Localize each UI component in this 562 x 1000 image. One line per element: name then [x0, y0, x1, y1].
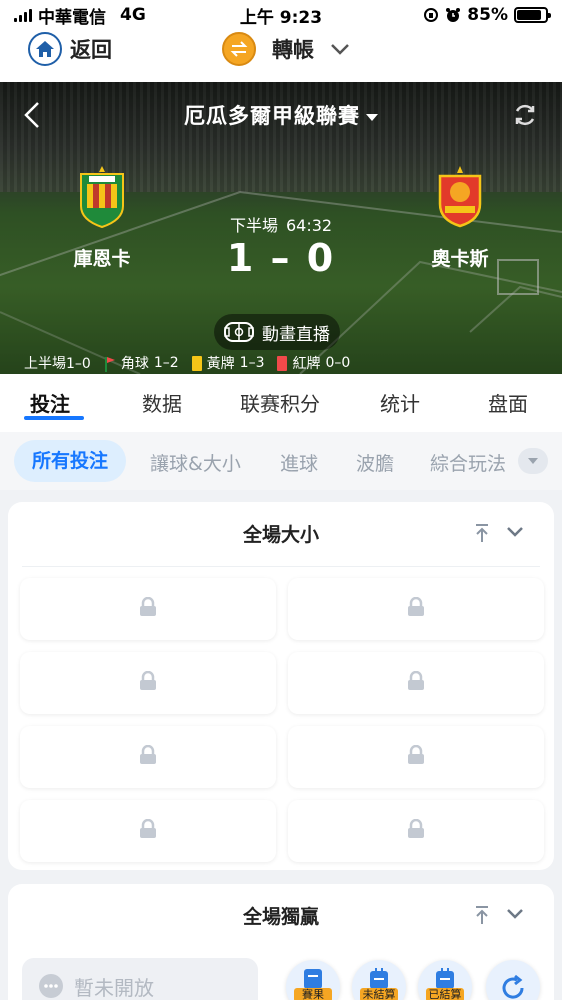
- battery-icon: [514, 7, 551, 23]
- tab-league-table[interactable]: 联赛积分: [240, 388, 320, 417]
- chevron-down-icon: [331, 44, 349, 55]
- lock-icon: [407, 818, 425, 843]
- carrier-name: 中華電信: [38, 7, 106, 28]
- match-stats: 上半場1–0 角球 1–2 黃牌 1–3 紅牌 0–0: [24, 353, 350, 373]
- live-animation-button[interactable]: 動畫直播: [214, 314, 340, 350]
- signal-icon: [14, 8, 32, 22]
- network-type: 4G: [120, 5, 146, 25]
- filter-combo[interactable]: 綜合玩法: [430, 449, 510, 476]
- transfer-icon: [222, 32, 256, 66]
- pin-to-top-icon[interactable]: [472, 904, 492, 926]
- match-clock: 64:32: [285, 216, 333, 235]
- bet-type-filter: 所有投注 讓球&大小 進球 波膽 綜合玩法: [0, 432, 562, 490]
- clipboard-icon: [436, 968, 454, 989]
- refresh-button[interactable]: [510, 100, 540, 130]
- lock-icon: [407, 744, 425, 769]
- match-score: 1 – 0: [226, 236, 336, 280]
- filter-expand-button[interactable]: [518, 448, 548, 474]
- chevron-down-icon[interactable]: [504, 902, 526, 924]
- filter-goals[interactable]: 進球: [280, 449, 318, 476]
- settled-label: 已結算: [426, 988, 464, 1000]
- back-button[interactable]: 返回: [28, 32, 112, 66]
- results-label: 賽果: [294, 988, 332, 1000]
- tab-bet[interactable]: 投注: [30, 388, 70, 417]
- chat-bubble-icon: [39, 974, 63, 998]
- app-screen: 中華電信 4G 上午 9:23 85% 返回 轉帳 厄瓜多爾甲級聯賽 庫恩卡 奧…: [0, 0, 562, 1000]
- period-label: 下半場: [229, 216, 278, 235]
- rotation-lock-icon: [424, 8, 439, 22]
- bottom-bar: 暫未開放 賽果 未結算 已結算: [0, 950, 562, 1000]
- caret-down-icon: [528, 458, 538, 464]
- clipboard-icon: [370, 968, 388, 989]
- corners-value: 1–2: [153, 355, 179, 371]
- market-panel-total: 全場大小: [8, 502, 554, 870]
- match-header: 厄瓜多爾甲級聯賽 庫恩卡 奧卡斯 下半場 64:32 1 – 0 動畫直播 上半…: [0, 82, 562, 374]
- red-cards-value: 0–0: [325, 355, 351, 371]
- live-animation-label: 動畫直播: [262, 324, 330, 345]
- pin-to-top-icon[interactable]: [472, 522, 492, 544]
- back-label: 返回: [70, 38, 112, 62]
- tab-market[interactable]: 盘面: [488, 388, 528, 417]
- unsettled-label: 未結算: [360, 988, 398, 1000]
- filter-correct-score[interactable]: 波膽: [356, 449, 394, 476]
- yellow-cards-label: 黃牌: [206, 356, 235, 372]
- half-time-score: 上半場1–0: [24, 356, 91, 372]
- league-selector[interactable]: 厄瓜多爾甲級聯賽: [0, 100, 562, 130]
- tab-data[interactable]: 数据: [142, 388, 182, 417]
- filter-all-bets[interactable]: 所有投注: [14, 440, 127, 482]
- locked-odds-cell: [288, 578, 544, 640]
- yellow-cards-value: 1–3: [239, 355, 265, 371]
- bet-slip-closed: 暫未開放: [22, 958, 258, 1000]
- red-cards-label: 紅牌: [292, 356, 321, 372]
- refresh-icon: [515, 104, 535, 126]
- filter-handicap-over-under[interactable]: 讓球&大小: [150, 449, 241, 476]
- yellow-card-icon: [191, 355, 202, 371]
- settled-button[interactable]: 已結算: [418, 960, 472, 1000]
- tab-statistics[interactable]: 统计: [380, 388, 420, 417]
- home-icon: [28, 32, 62, 66]
- main-tabs: 投注 数据 联赛积分 统计 盘面: [0, 374, 562, 432]
- league-name: 厄瓜多爾甲級聯賽: [184, 104, 360, 128]
- locked-odds-cell: [20, 652, 276, 714]
- battery-percent: 85%: [467, 5, 508, 25]
- closed-label: 暫未開放: [74, 975, 154, 1000]
- match-period: 下半場 64:32: [0, 212, 562, 236]
- reload-button[interactable]: [486, 960, 540, 1000]
- lock-icon: [139, 818, 157, 843]
- refresh-icon: [502, 974, 524, 999]
- transfer-button[interactable]: 轉帳: [222, 32, 350, 66]
- caret-down-icon: [366, 113, 378, 121]
- locked-odds-cell: [20, 726, 276, 788]
- corner-flag-icon: [104, 356, 116, 372]
- transfer-label: 轉帳: [272, 38, 314, 62]
- results-button[interactable]: 賽果: [286, 960, 340, 1000]
- status-bar: 中華電信 4G 上午 9:23 85%: [0, 0, 562, 30]
- lock-icon: [407, 670, 425, 695]
- top-nav: 返回 轉帳: [0, 30, 562, 82]
- red-card-icon: [277, 355, 288, 371]
- lock-icon: [139, 596, 157, 621]
- lock-icon: [139, 670, 157, 695]
- lock-icon: [407, 596, 425, 621]
- locked-odds-cell: [20, 800, 276, 862]
- lock-icon: [139, 744, 157, 769]
- locked-odds-cell: [288, 800, 544, 862]
- corners-label: 角球: [120, 356, 149, 372]
- locked-odds-cell: [288, 652, 544, 714]
- chevron-down-icon[interactable]: [504, 520, 526, 542]
- locked-odds-cell: [288, 726, 544, 788]
- locked-odds-cell: [20, 578, 276, 640]
- unsettled-button[interactable]: 未結算: [352, 960, 406, 1000]
- document-icon: [304, 969, 322, 989]
- active-tab-indicator: [24, 416, 84, 420]
- alarm-icon: [446, 8, 461, 22]
- pitch-icon: [224, 322, 254, 342]
